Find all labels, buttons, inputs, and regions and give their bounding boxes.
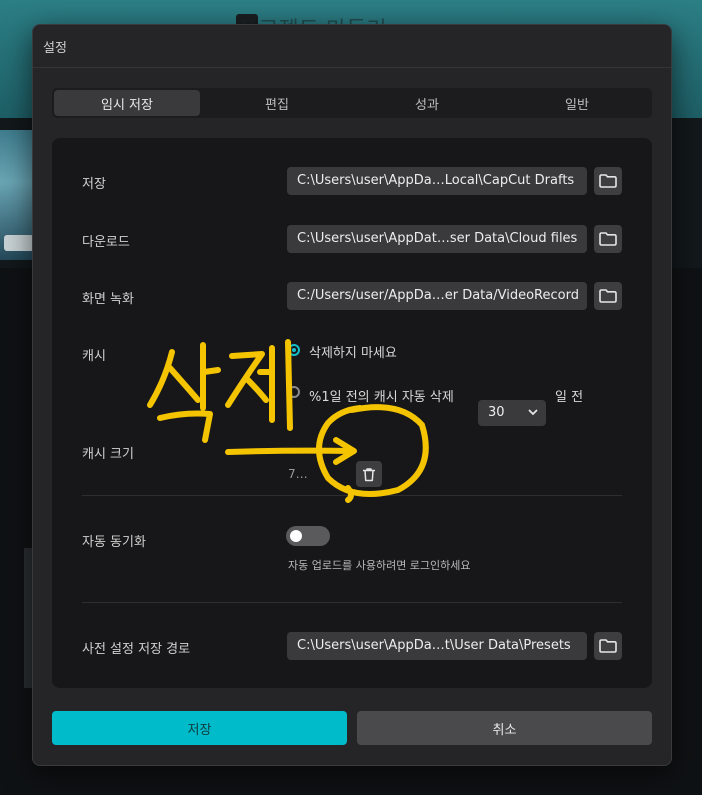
auto-sync-toggle[interactable] [286,526,330,546]
cache-size-value: 7… [288,467,308,481]
folder-icon [599,289,617,303]
tab-general[interactable]: 일반 [504,90,650,116]
settings-tabs: 임시 저장 편집 성과 일반 [52,88,652,118]
toggle-knob [290,530,302,542]
tab-performance[interactable]: 성과 [354,90,500,116]
screen-record-folder-button[interactable] [594,282,622,310]
trash-icon [363,467,375,481]
cache-days-select[interactable]: 30 [478,400,546,426]
cache-auto-delete-radio[interactable] [288,386,300,398]
clear-cache-button[interactable] [356,461,382,487]
cache-size-label: 캐시 크기 [82,447,134,462]
cache-keep-label: 삭제하지 마세요 [309,346,397,361]
save-label: 저장 [82,177,106,192]
folder-icon [599,232,617,246]
section-divider [82,602,622,603]
download-folder-button[interactable] [594,225,622,253]
preset-folder-button[interactable] [594,632,622,660]
save-button[interactable]: 저장 [52,711,347,745]
save-folder-button[interactable] [594,167,622,195]
preset-path-field[interactable]: C:\Users\user\AppDa…t\User Data\Presets [287,632,587,660]
folder-icon [599,174,617,188]
settings-dialog: 설정 임시 저장 편집 성과 일반 저장 C:\Users\user\AppDa… [32,24,672,766]
screen-record-label: 화면 녹화 [82,292,134,307]
tab-edit[interactable]: 편집 [204,90,350,116]
dialog-header: 설정 [33,25,671,68]
settings-panel: 저장 C:\Users\user\AppDa…Local\CapCut Draf… [52,138,652,688]
dialog-title: 설정 [43,41,67,56]
preset-path-label: 사전 설정 저장 경로 [82,642,191,657]
cancel-button[interactable]: 취소 [357,711,652,745]
cache-label: 캐시 [82,349,106,364]
cache-days-value: 30 [488,405,505,420]
folder-icon [599,639,617,653]
auto-sync-label: 자동 동기화 [82,535,146,550]
download-label: 다운로드 [82,235,130,250]
screen-record-path-field[interactable]: C:/Users/user/AppDa…er Data/VideoRecord [287,282,587,310]
tab-draft[interactable]: 임시 저장 [54,90,200,116]
section-divider [82,495,622,496]
cache-keep-radio[interactable] [288,344,300,356]
download-path-field[interactable]: C:\Users\user\AppDat…ser Data\Cloud file… [287,225,587,253]
cache-days-suffix: 일 전 [555,390,584,405]
cache-auto-delete-label: %1일 전의 캐시 자동 삭제 [309,390,454,405]
auto-sync-hint: 자동 업로드를 사용하려면 로그인하세요 [288,559,471,572]
chevron-down-icon [528,409,538,416]
save-path-field[interactable]: C:\Users\user\AppDa…Local\CapCut Drafts [287,167,587,195]
background-thumbnail-bar [4,235,34,251]
